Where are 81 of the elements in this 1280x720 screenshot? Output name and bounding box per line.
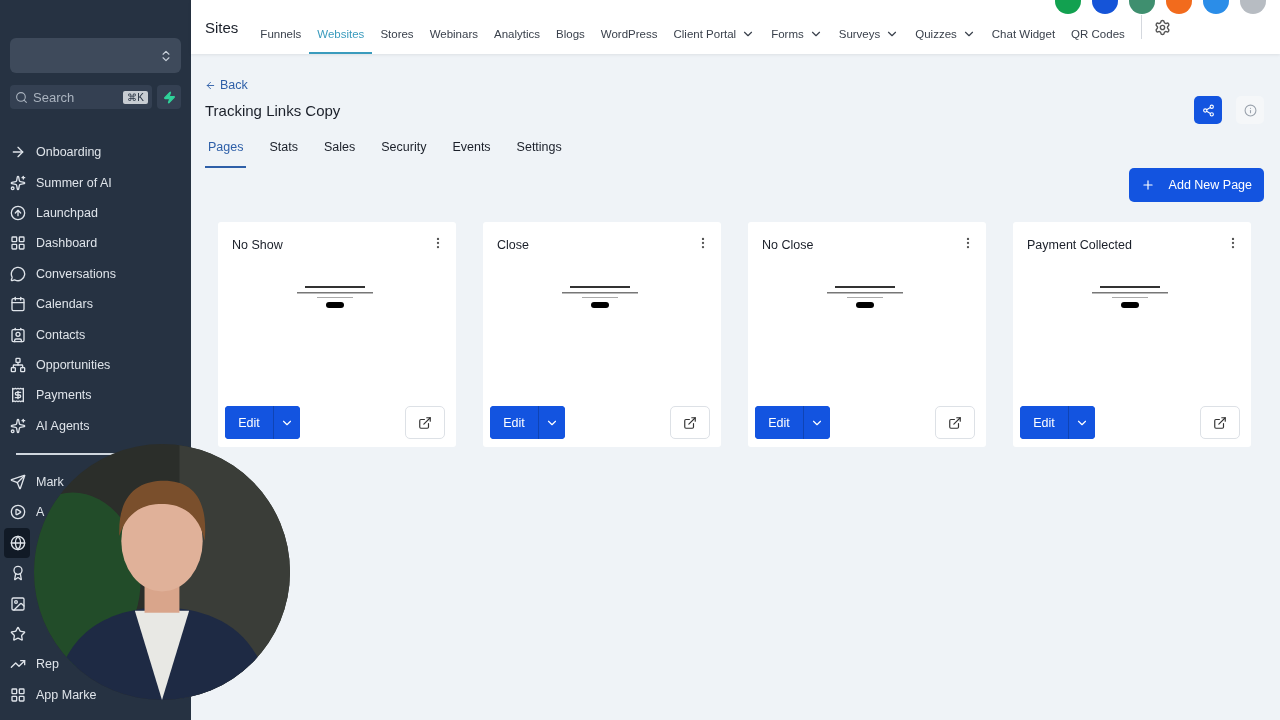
grid-icon <box>10 235 26 252</box>
sidebar-item[interactable]: Opportunities <box>4 349 115 381</box>
quick-action-button[interactable] <box>157 85 181 109</box>
nav-tab[interactable]: Analytics <box>486 16 549 54</box>
nav-tab[interactable]: Chat Widget <box>983 16 1064 54</box>
star-icon <box>10 626 26 643</box>
share-icon <box>1201 103 1215 117</box>
open-button[interactable] <box>405 406 445 439</box>
grid-icon <box>10 686 26 703</box>
dropdown-button[interactable] <box>538 406 565 439</box>
sidebar-item[interactable]: A <box>4 497 49 528</box>
network-icon <box>10 356 26 373</box>
nav-tab[interactable]: Forms <box>763 16 831 54</box>
page-title: No Close <box>762 238 814 252</box>
nav-tab[interactable]: Client Portal <box>665 16 764 54</box>
share-button[interactable] <box>1194 96 1222 124</box>
page-title: No Show <box>232 238 283 252</box>
nav-tab[interactable]: Webinars <box>421 16 486 54</box>
arrow-icon <box>205 79 216 91</box>
nav-tab[interactable]: Funnels <box>252 16 310 54</box>
award-icon <box>10 565 26 582</box>
sidebar-item[interactable]: Payments <box>4 380 96 411</box>
search-field[interactable]: Search ⌘K <box>10 85 152 109</box>
nav-tab[interactable]: Quizzes <box>907 16 984 54</box>
external-link-icon <box>683 415 697 430</box>
tab[interactable]: Security <box>378 134 430 168</box>
sidebar-item[interactable]: Contacts <box>4 319 90 350</box>
back-link[interactable]: Back <box>205 78 1264 92</box>
sidebar-item[interactable]: Calendars <box>4 288 97 320</box>
sidebar-item[interactable]: App Marke <box>4 679 101 711</box>
page-title: Payment Collected <box>1027 238 1132 252</box>
shortcut-key: ⌘K <box>123 90 148 104</box>
sidebar-item[interactable]: Summer of AI <box>4 167 116 198</box>
contact-icon <box>10 326 26 343</box>
sidebar-item[interactable]: Rep <box>4 649 63 680</box>
sidebar-item[interactable]: Dashboard <box>4 228 102 259</box>
page-title: Close <box>497 238 529 252</box>
lightning-icon <box>162 90 176 104</box>
tab[interactable]: Settings <box>513 134 565 168</box>
sidebar-item[interactable]: Launchpad <box>4 197 102 229</box>
dropdown-button[interactable] <box>1068 406 1095 439</box>
image-icon <box>10 595 26 612</box>
nav-tab[interactable]: Stores <box>372 16 422 54</box>
info-icon <box>1243 103 1257 117</box>
app-title: Sites <box>205 18 239 36</box>
sidebar-item[interactable]: Onboarding <box>4 137 106 168</box>
sidebar-item[interactable]: AI Agents <box>4 410 94 441</box>
search-icon <box>15 90 28 104</box>
external-link-icon <box>1213 415 1227 430</box>
dropdown-button[interactable] <box>273 406 300 439</box>
open-button[interactable] <box>670 406 710 439</box>
chat-icon <box>10 265 26 282</box>
tab[interactable]: Events <box>449 134 494 168</box>
sidebar-item[interactable]: Conversations <box>4 258 120 289</box>
calendar-icon <box>10 296 26 313</box>
add-page-button[interactable]: Add New Page <box>1128 168 1264 202</box>
sparkle-icon <box>10 417 26 434</box>
open-button[interactable] <box>1200 406 1240 439</box>
nav-tab[interactable]: QR Codes <box>1063 16 1133 54</box>
open-button[interactable] <box>935 406 975 439</box>
send-icon <box>10 474 26 491</box>
tab[interactable]: Sales <box>320 134 359 168</box>
page-title: Tracking Links Copy <box>205 101 341 119</box>
play-icon <box>10 504 26 521</box>
external-link-icon <box>418 415 432 430</box>
account-switcher[interactable] <box>10 38 181 73</box>
external-link-icon <box>948 415 962 430</box>
sparkle-icon <box>10 174 26 191</box>
upload-icon <box>10 204 26 221</box>
tab[interactable]: Pages <box>205 134 247 168</box>
nav-tab[interactable]: Blogs <box>548 16 593 54</box>
sidebar-item[interactable]: Mark <box>4 466 68 498</box>
nav-tab[interactable]: Surveys <box>830 16 908 54</box>
globe-icon <box>10 534 26 551</box>
sidebar-item[interactable] <box>4 527 30 559</box>
receipt-icon <box>10 387 26 404</box>
dropdown-button[interactable] <box>803 406 830 439</box>
settings-icon[interactable] <box>1153 18 1171 36</box>
plus-icon <box>1140 178 1155 192</box>
tab[interactable]: Stats <box>266 134 301 168</box>
nav-tab[interactable]: WordPress <box>592 16 666 54</box>
